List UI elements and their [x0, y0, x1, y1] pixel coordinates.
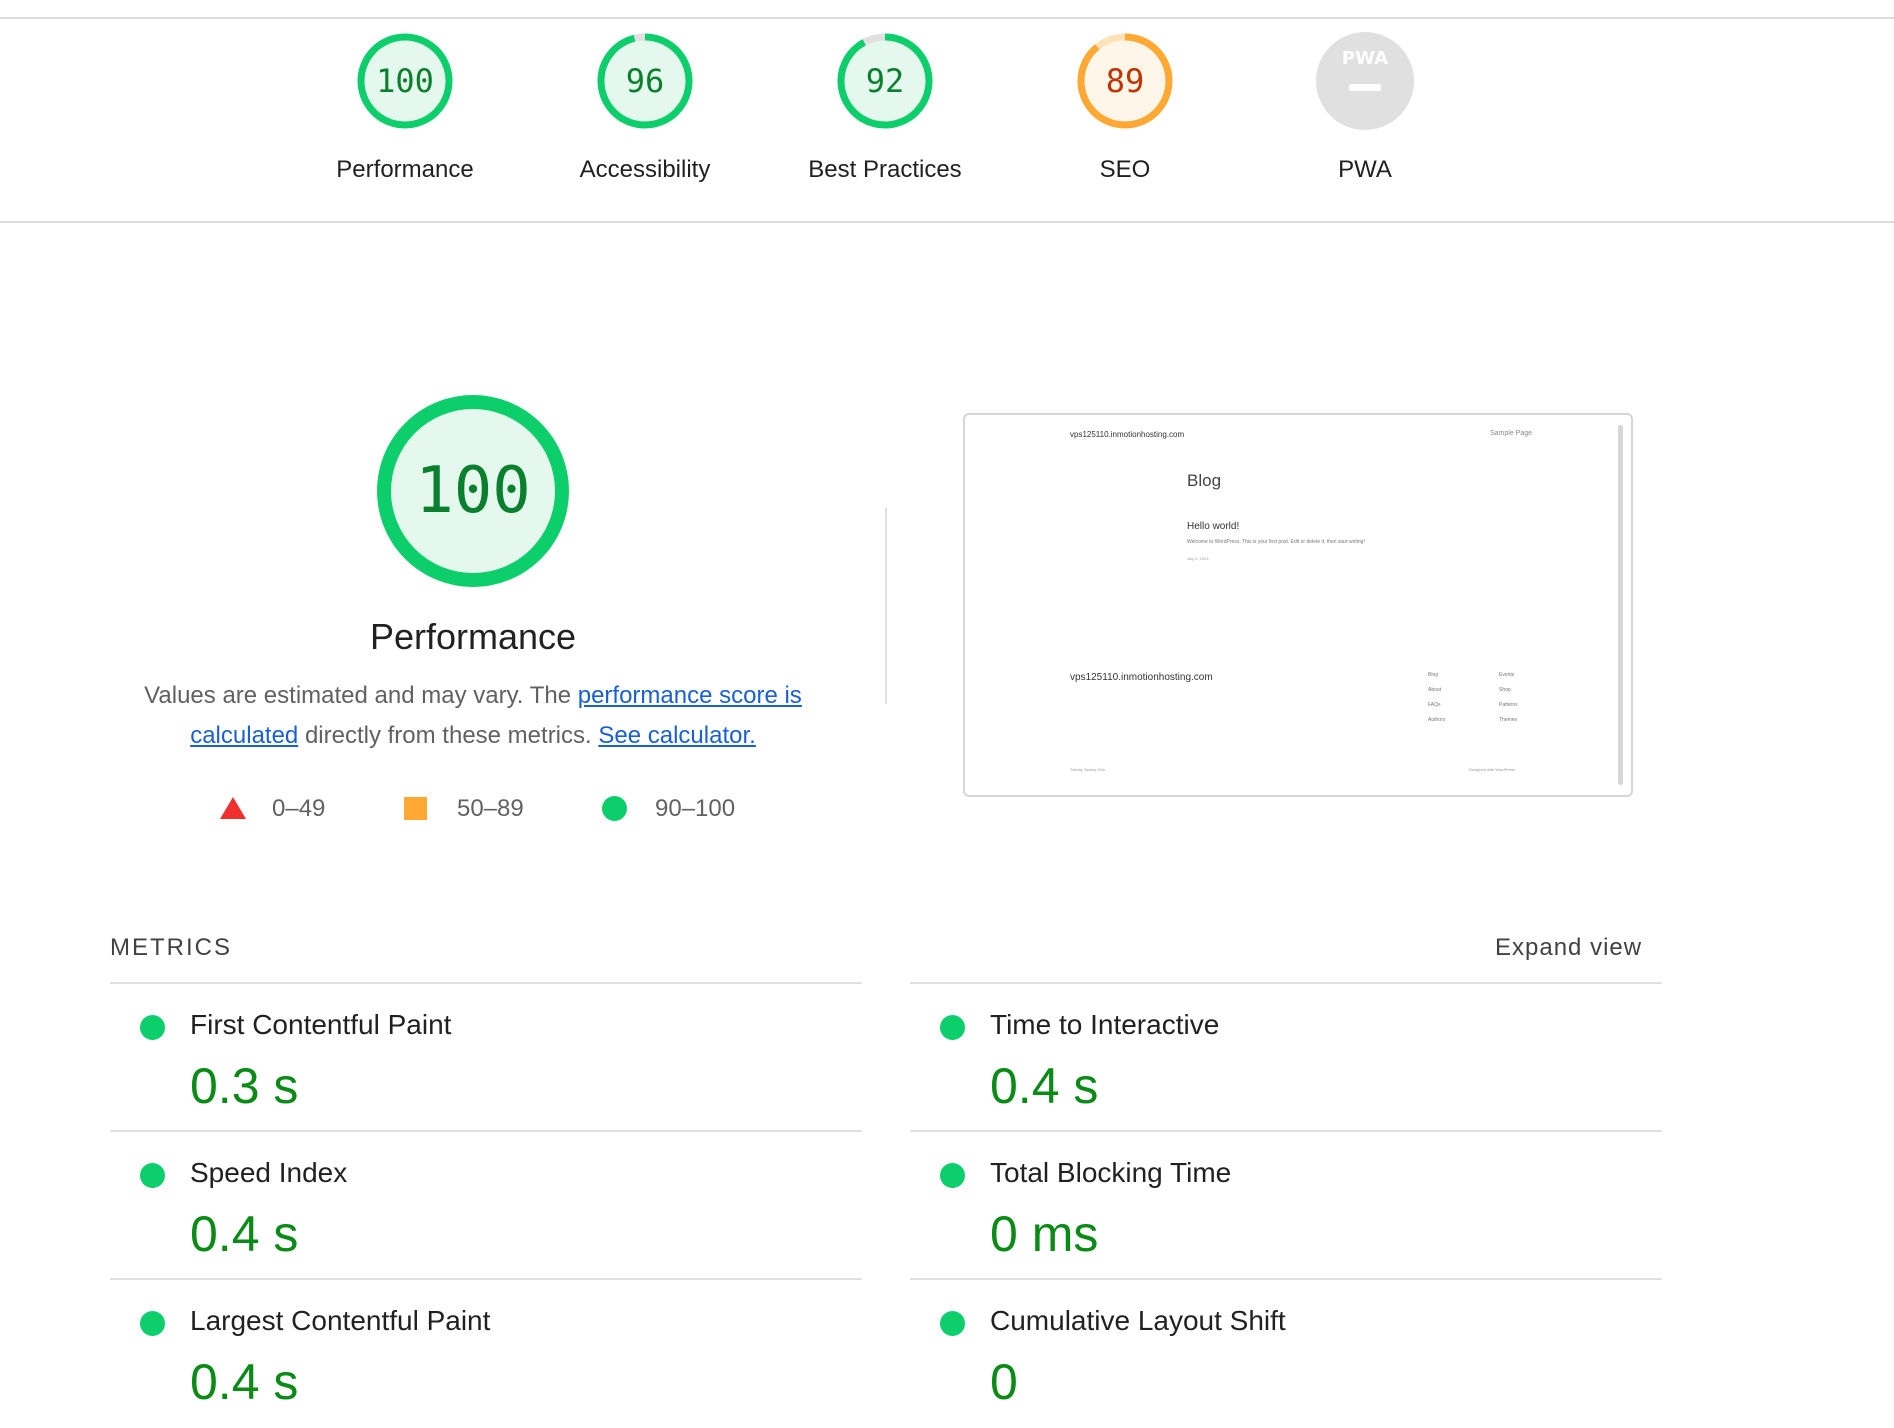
gauge-score: 100	[376, 62, 434, 100]
see-calculator-link[interactable]: See calculator.	[598, 722, 755, 749]
metric-cumulative-layout-shift[interactable]: Cumulative Layout Shift 0	[910, 1280, 1660, 1428]
final-screenshot-thumbnail[interactable]: vps125110.inmotionhosting.com Sample Pag…	[963, 413, 1633, 797]
pass-circle-icon	[140, 1163, 165, 1188]
preview-post-title: Hello world!	[1187, 521, 1240, 532]
pass-circle-icon	[940, 1015, 965, 1040]
gauge-label: Best Practices	[808, 156, 962, 183]
description-text: Values are estimated and may vary. The	[144, 682, 578, 709]
performance-score: 100	[415, 454, 531, 528]
metric-name: Time to Interactive	[990, 1009, 1220, 1040]
metric-name: Speed Index	[190, 1157, 348, 1188]
pwa-badge-text: PWA	[1341, 48, 1389, 69]
preview-scrollbar	[1618, 425, 1623, 785]
pass-circle-icon	[602, 796, 627, 821]
gauge-best-practices[interactable]: 92 Best Practices	[775, 32, 995, 184]
metric-name: First Contentful Paint	[190, 1009, 452, 1040]
pass-circle-icon	[940, 1163, 965, 1188]
fail-triangle-icon	[220, 797, 246, 819]
preview-nav-link: Sample Page	[1490, 430, 1533, 437]
gauge-ring: PWA	[1316, 32, 1414, 130]
gauge-accessibility[interactable]: 96 Accessibility	[535, 32, 755, 184]
metric-value: 0	[990, 1354, 1018, 1410]
metric-value: 0.4 s	[190, 1354, 299, 1410]
preview-footer-link: Themes	[1499, 717, 1518, 723]
pass-circle-icon	[140, 1015, 165, 1040]
preview-post-excerpt: Welcome to WordPress. This is your first…	[1187, 539, 1365, 545]
preview-footer-site: vps125110.inmotionhosting.com	[1070, 672, 1213, 683]
preview-footer-link: About	[1428, 687, 1442, 693]
metric-value: 0 ms	[990, 1206, 1099, 1262]
header-divider	[0, 221, 1894, 223]
performance-description: Values are estimated and may vary. The p…	[120, 676, 826, 756]
legend-range: 0–49	[272, 795, 326, 822]
metric-time-to-interactive[interactable]: Time to Interactive 0.4 s	[910, 984, 1660, 1132]
metric-value: 0.4 s	[990, 1058, 1099, 1114]
performance-title: Performance	[369, 616, 577, 657]
preview-heading: Blog	[1187, 471, 1222, 490]
gauge-ring: 89	[1076, 32, 1174, 130]
top-divider	[0, 17, 1894, 19]
preview-post-date: July 2, 2024	[1187, 556, 1209, 561]
metric-name: Cumulative Layout Shift	[990, 1305, 1286, 1336]
metric-first-contentful-paint[interactable]: First Contentful Paint 0.3 s	[110, 984, 860, 1132]
legend-range: 50–89	[457, 795, 524, 822]
metric-total-blocking-time[interactable]: Total Blocking Time 0 ms	[910, 1132, 1660, 1280]
performance-gauge: 100	[373, 391, 573, 591]
metric-value: 0.4 s	[190, 1206, 299, 1262]
metric-name: Largest Contentful Paint	[190, 1305, 491, 1336]
gauge-score: 96	[625, 62, 665, 100]
preview-footer-link: FAQs	[1428, 702, 1441, 708]
gauge-label: Accessibility	[579, 156, 711, 183]
metric-speed-index[interactable]: Speed Index 0.4 s	[110, 1132, 860, 1280]
preview-footer-link: Shop	[1499, 687, 1511, 693]
metric-largest-contentful-paint[interactable]: Largest Contentful Paint 0.4 s	[110, 1280, 860, 1428]
pass-circle-icon	[940, 1311, 965, 1336]
preview-footer-link: Blog	[1428, 672, 1439, 678]
preview-site-name: vps125110.inmotionhosting.com	[1070, 430, 1185, 439]
gauge-label: SEO	[1099, 156, 1151, 183]
metrics-heading: METRICS	[110, 934, 232, 961]
metric-value: 0.3 s	[190, 1058, 299, 1114]
gauge-label: Performance	[336, 156, 474, 183]
gauge-label: PWA	[1338, 156, 1392, 183]
metric-name: Total Blocking Time	[990, 1157, 1232, 1188]
gauge-seo[interactable]: 89 SEO	[1015, 32, 1235, 184]
preview-footer-theme: Twenty Twenty-Five	[1070, 767, 1106, 772]
pwa-badge-icon: PWA	[1316, 32, 1414, 130]
average-square-icon	[404, 797, 427, 820]
description-text: directly from these metrics.	[298, 722, 599, 749]
vertical-divider	[885, 508, 887, 704]
expand-view-toggle[interactable]: Expand view	[1495, 934, 1642, 962]
pwa-na-bar	[1349, 84, 1381, 91]
gauge-score: 92	[865, 62, 905, 100]
preview-footer-link: Authors	[1428, 717, 1446, 723]
preview-footer-credit: Designed with WordPress	[1469, 767, 1515, 772]
gauge-pwa[interactable]: PWA PWA	[1255, 32, 1475, 184]
preview-footer-link: Events	[1499, 672, 1515, 678]
pass-circle-icon	[140, 1311, 165, 1336]
legend-range: 90–100	[655, 795, 736, 822]
gauge-ring: 96	[596, 32, 694, 130]
gauge-performance[interactable]: 100 Performance	[295, 32, 515, 184]
preview-footer-link: Patterns	[1499, 702, 1518, 708]
gauge-ring: 100	[356, 32, 454, 130]
gauge-ring: 92	[836, 32, 934, 130]
gauge-score: 89	[1105, 62, 1145, 100]
